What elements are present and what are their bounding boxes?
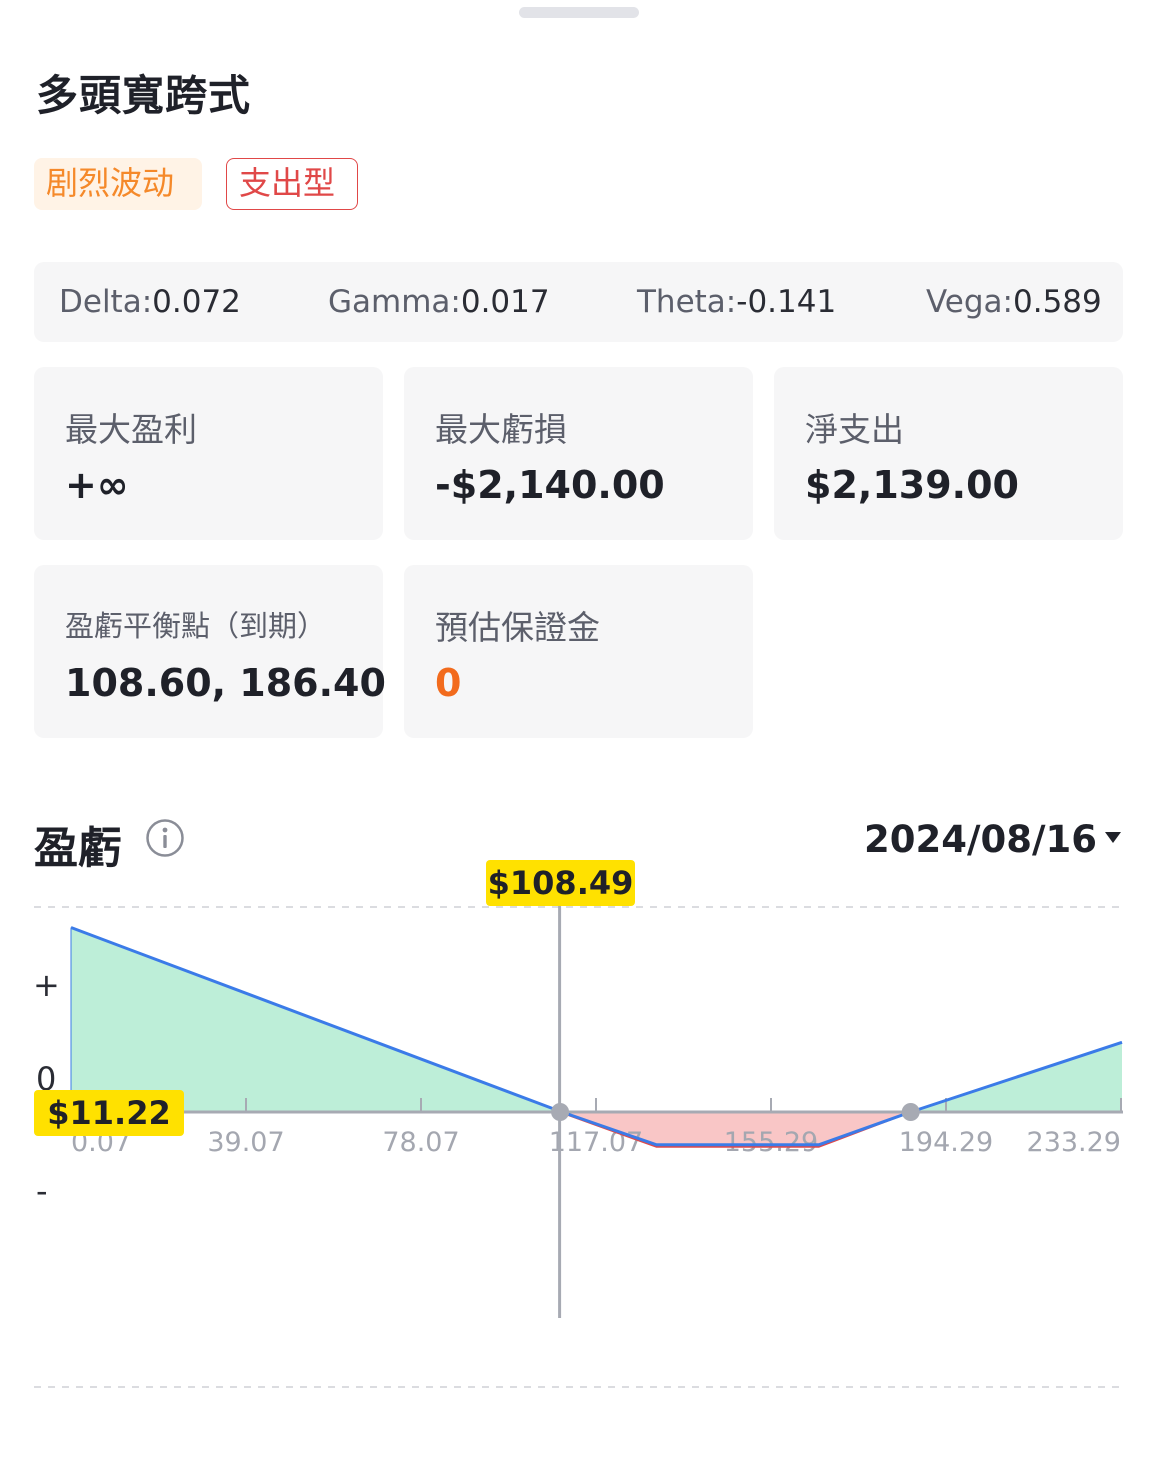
greek-gamma-value: 0.017: [460, 284, 550, 320]
axis-minus-sign: -: [36, 1172, 48, 1210]
net-debit-card: 淨支出 $2,139.00: [774, 367, 1123, 540]
margin-label: 預估保證金: [435, 608, 600, 647]
max-loss-card: 最大虧損 -$2,140.00: [404, 367, 753, 540]
tag-volatility: 剧烈波动: [34, 158, 202, 210]
greek-vega-value: 0.589: [1013, 284, 1102, 320]
max-profit-card: 最大盈利 +∞: [34, 367, 383, 540]
crosshair-pl-label: $11.22: [34, 1090, 184, 1136]
greek-gamma: Gamma:0.017: [328, 284, 550, 320]
tag-debit-type: 支出型: [226, 158, 358, 210]
greek-vega-name: Vega:: [926, 284, 1013, 320]
x-tick-label: 117.07: [549, 1127, 643, 1158]
max-profit-value: +∞: [65, 463, 129, 507]
greek-theta-value: -0.141: [736, 284, 837, 320]
sheet-grabber[interactable]: [519, 7, 639, 18]
net-debit-label: 淨支出: [805, 410, 904, 449]
greek-delta-name: Delta:: [59, 284, 153, 320]
greek-gamma-name: Gamma:: [328, 284, 461, 320]
greek-delta-value: 0.072: [152, 284, 241, 320]
margin-card: 預估保證金 0: [404, 565, 753, 738]
greek-vega: Vega:0.589: [926, 284, 1102, 320]
net-debit-value: $2,139.00: [805, 463, 1019, 507]
breakeven-point-2: [901, 1103, 920, 1121]
greek-theta: Theta:-0.141: [637, 284, 836, 320]
breakeven-point-1: [551, 1103, 570, 1121]
axis-plus-sign: +: [33, 966, 60, 1004]
breakeven-label: 盈虧平衡點（到期）: [65, 609, 327, 643]
margin-value: 0: [435, 661, 462, 705]
max-profit-label: 最大盈利: [65, 410, 197, 449]
strategy-title: 多頭寬跨式: [36, 71, 252, 120]
x-tick-label: 194.29: [899, 1127, 993, 1158]
max-loss-label: 最大虧損: [435, 410, 567, 449]
greek-theta-name: Theta:: [637, 284, 737, 320]
crosshair-price-label: $108.49: [486, 860, 635, 906]
x-tick-label: 39.07: [207, 1127, 284, 1158]
info-icon[interactable]: [145, 818, 185, 858]
greek-delta: Delta:0.072: [59, 284, 241, 320]
breakeven-value: 108.60, 186.40: [65, 661, 386, 705]
greeks-bar: Delta:0.072 Gamma:0.017 Theta:-0.141 Veg…: [34, 262, 1123, 342]
max-loss-value: -$2,140.00: [435, 463, 665, 507]
chevron-down-icon[interactable]: [1105, 832, 1121, 843]
x-tick-label: 155.29: [724, 1127, 818, 1158]
breakeven-card: 盈虧平衡點（到期） 108.60, 186.40: [34, 565, 386, 738]
x-tick-label: 233.29: [1027, 1127, 1121, 1158]
x-tick-label: 78.07: [382, 1127, 459, 1158]
